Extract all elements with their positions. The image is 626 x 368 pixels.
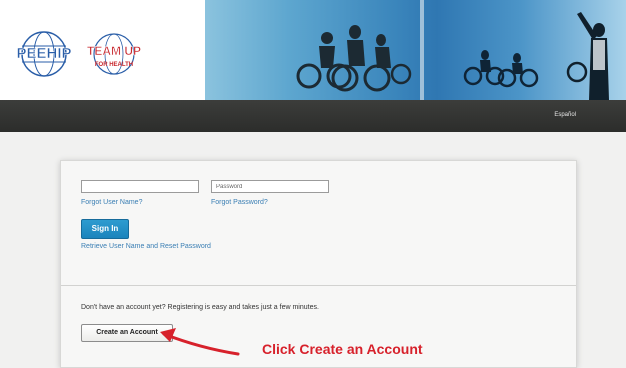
password-input[interactable] xyxy=(211,180,329,193)
team-up-logo-subtext: FOR HEALTH xyxy=(95,62,133,68)
panel-divider xyxy=(61,285,576,286)
red-arrow-icon xyxy=(160,328,240,356)
peehip-logo-text: PEEHIP xyxy=(16,45,71,62)
navigation-bar: Español xyxy=(0,100,626,132)
peehip-logo[interactable]: PEEHIP xyxy=(4,26,86,86)
retrieve-credentials-link[interactable]: Retrieve User Name and Reset Password xyxy=(81,243,211,250)
register-prompt: Don't have an account yet? Registering i… xyxy=(81,304,319,311)
cyclists-silhouette-image xyxy=(296,0,609,100)
forgot-username-link[interactable]: Forgot User Name? xyxy=(81,199,142,206)
header-banner-image xyxy=(205,0,626,100)
username-input[interactable] xyxy=(81,180,199,193)
annotation-label: Click Create an Account xyxy=(262,341,423,357)
site-header: PEEHIP TEAM UP FOR HEALTH xyxy=(0,0,626,100)
language-link[interactable]: Español xyxy=(554,112,576,118)
team-up-logo[interactable]: TEAM UP FOR HEALTH xyxy=(80,26,148,84)
sign-in-button[interactable]: Sign In xyxy=(81,219,129,239)
login-panel: Forgot User Name? Forgot Password? Sign … xyxy=(60,160,577,368)
forgot-password-link[interactable]: Forgot Password? xyxy=(211,199,268,206)
logo-area: PEEHIP TEAM UP FOR HEALTH xyxy=(0,0,205,100)
team-up-logo-text: TEAM UP xyxy=(87,44,141,58)
